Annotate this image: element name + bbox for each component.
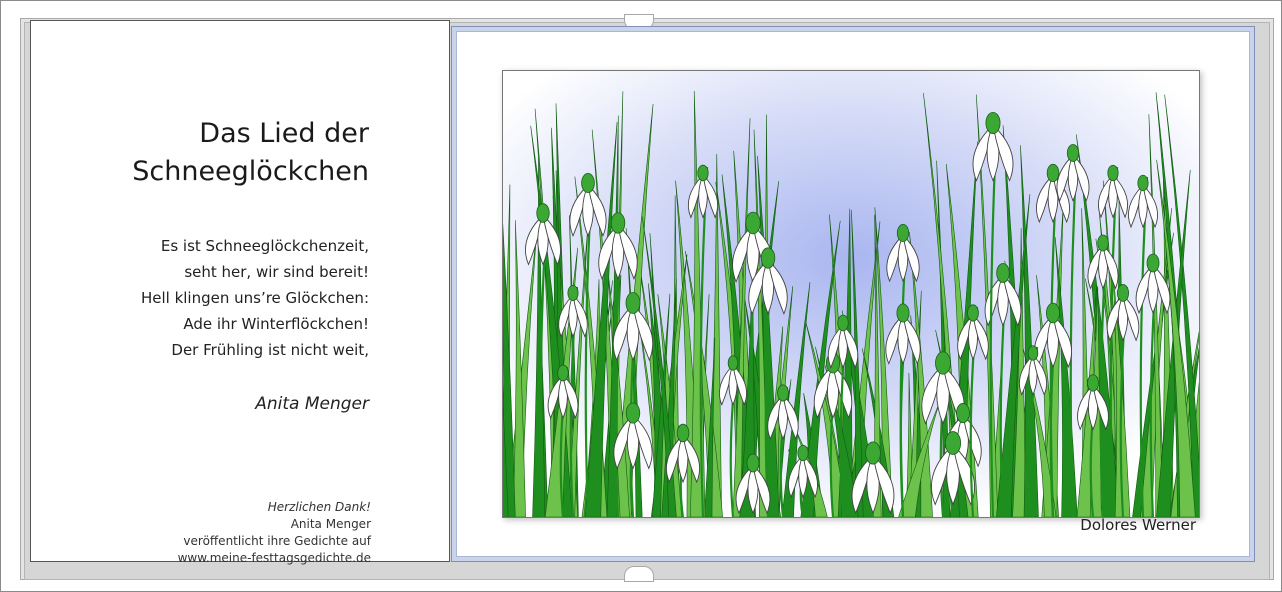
artist-credit: Dolores Werner	[1080, 516, 1196, 534]
credits: Herzlichen Dank! Anita Menger veröffentl…	[71, 499, 371, 567]
left-page: Das Lied der Schneeglöckchen Es ist Schn…	[30, 20, 450, 565]
title-line: Das Lied der	[199, 118, 369, 149]
poem-line: Ade ihr Winterflöckchen!	[183, 315, 369, 333]
credits-website: www.meine-festtagsgedichte.de	[177, 551, 371, 565]
poem-line: Es ist Schneeglöckchenzeit,	[160, 237, 369, 255]
poem-title: Das Lied der Schneeglöckchen	[39, 115, 369, 191]
poem-body: Es ist Schneeglöckchenzeit, seht her, wi…	[39, 233, 369, 363]
poem-line: Der Frühling ist nicht weit,	[171, 341, 369, 359]
title-line: Schneeglöckchen	[132, 156, 369, 187]
credits-thanks: Herzlichen Dank!	[267, 500, 371, 514]
snowdrop-illustration	[502, 70, 1200, 518]
poem-line: seht her, wir sind bereit!	[184, 263, 369, 281]
poem-line: Hell klingen uns’re Glöckchen:	[140, 289, 369, 307]
credits-author: Anita Menger	[290, 517, 371, 531]
snowdrop-drawing	[503, 71, 1199, 517]
spine-notch-bottom	[624, 566, 654, 582]
poem-author: Anita Menger	[255, 394, 369, 414]
credits-note: veröffentlicht ihre Gedichte auf	[183, 534, 371, 548]
